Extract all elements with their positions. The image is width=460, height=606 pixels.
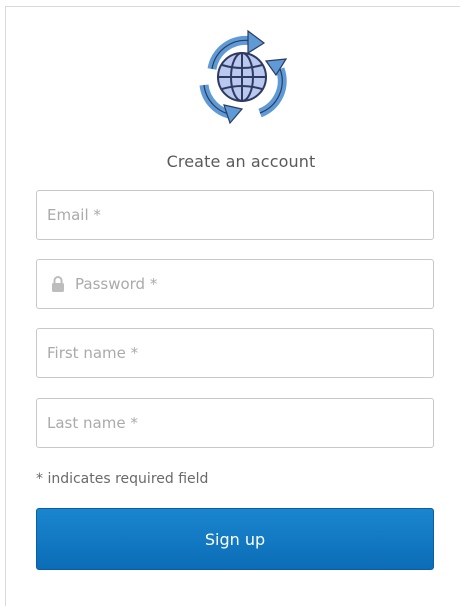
first-name-input[interactable] bbox=[47, 329, 422, 377]
form-title: Create an account bbox=[166, 152, 316, 171]
last-name-input[interactable] bbox=[47, 399, 422, 447]
lock-icon bbox=[52, 276, 64, 292]
password-input[interactable] bbox=[75, 260, 425, 308]
password-field[interactable] bbox=[36, 259, 434, 309]
last-name-field[interactable] bbox=[36, 398, 434, 448]
first-name-field[interactable] bbox=[36, 328, 434, 378]
required-field-hint: * indicates required field bbox=[36, 471, 209, 487]
sign-up-button[interactable]: Sign up bbox=[36, 508, 434, 570]
globe-refresh-icon bbox=[199, 29, 288, 125]
email-input[interactable] bbox=[47, 191, 422, 239]
email-field[interactable] bbox=[36, 190, 434, 240]
